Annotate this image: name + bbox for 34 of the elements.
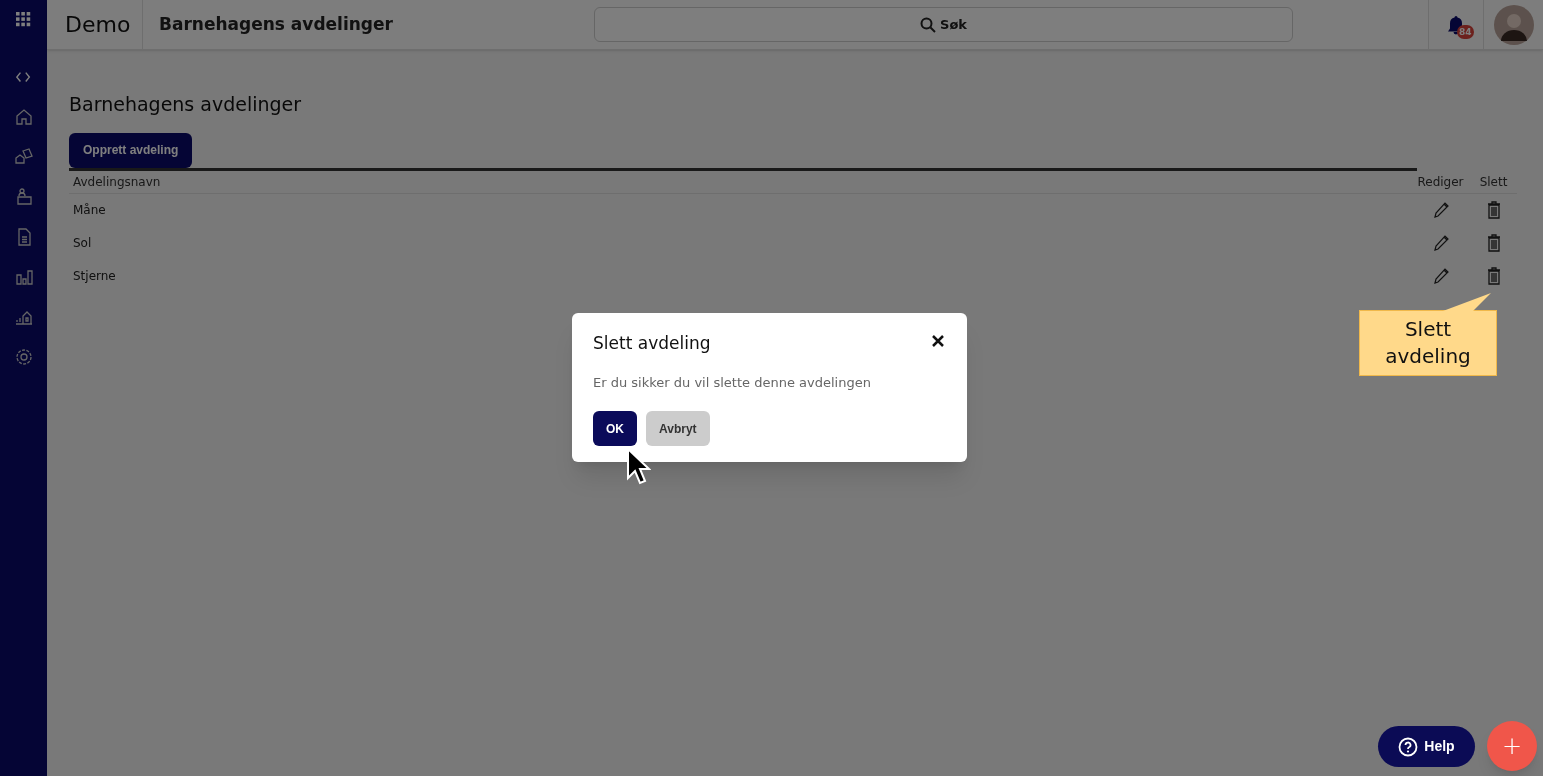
tooltip-text: Slett avdeling (1384, 316, 1472, 370)
table-cell: Måne (73, 203, 106, 217)
apps-icon[interactable] (15, 12, 32, 28)
close-icon[interactable] (932, 335, 944, 347)
column-header: Avdelingsnavn (73, 174, 161, 189)
page-title: Barnehagens avdelinger (159, 13, 393, 34)
table-cell: Stjerne (73, 269, 116, 283)
dialog-title: Slett avdeling (593, 332, 711, 355)
search-icon (920, 17, 936, 33)
table-cell: Sol (73, 236, 92, 250)
cancel-button[interactable]: Avbryt (646, 411, 710, 446)
pencil-icon[interactable] (1432, 267, 1449, 285)
home-icon[interactable] (14, 108, 33, 126)
dialog-message: Er du sikker du vil slette denne avdelingen (593, 373, 872, 392)
avatar[interactable] (1493, 4, 1534, 45)
create-button[interactable]: Opprett avdeling (69, 132, 193, 168)
settings-icon[interactable] (14, 348, 33, 366)
person-desk-icon[interactable] (14, 188, 33, 206)
column-header: Slett (1479, 174, 1508, 189)
search-field[interactable]: Søk (594, 7, 1293, 42)
bar-chart-icon[interactable] (14, 268, 33, 286)
trash-icon[interactable] (1486, 201, 1501, 219)
app-name: Demo (65, 11, 131, 39)
pencil-icon[interactable] (1432, 234, 1449, 252)
ok-button[interactable]: OK (593, 411, 637, 446)
help-button[interactable]: Help (1378, 726, 1475, 767)
shapes-icon[interactable] (14, 148, 33, 166)
notification-count: 84 (1457, 25, 1474, 39)
pencil-icon[interactable] (1432, 201, 1449, 219)
page-heading: Barnehagens avdelinger (69, 92, 303, 117)
column-header: Rediger (1417, 174, 1464, 189)
trash-icon[interactable] (1486, 234, 1501, 252)
trash-icon[interactable] (1486, 267, 1501, 285)
question-icon (1398, 736, 1419, 757)
